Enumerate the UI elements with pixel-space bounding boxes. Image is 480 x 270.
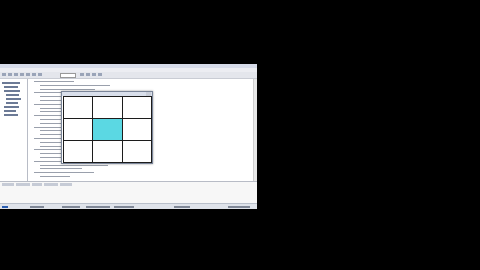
code-line [40, 164, 108, 166]
taskbar-item[interactable] [114, 206, 134, 208]
toolbar-button[interactable] [98, 73, 102, 76]
tree-item[interactable] [6, 102, 18, 104]
system-tray[interactable] [228, 206, 250, 208]
board-cell[interactable] [121, 96, 152, 119]
toolbar-button[interactable] [20, 73, 24, 76]
toolbar-button[interactable] [86, 73, 90, 76]
tree-item[interactable] [4, 114, 18, 116]
toolbar-button[interactable] [80, 73, 84, 76]
solution-explorer [0, 79, 28, 181]
game-window [61, 91, 153, 164]
code-line [34, 172, 94, 174]
tree-item[interactable] [4, 90, 20, 92]
board-cell[interactable] [63, 140, 94, 163]
toolbar [0, 72, 257, 79]
code-line [40, 168, 82, 170]
tree-item[interactable] [4, 110, 16, 112]
board-cell[interactable] [92, 118, 123, 141]
toolbar-button[interactable] [14, 73, 18, 76]
toolbar-button[interactable] [2, 73, 6, 76]
taskbar-item[interactable] [86, 206, 110, 208]
taskbar-item[interactable] [30, 206, 44, 208]
panel-tab[interactable] [32, 183, 42, 186]
tree-item[interactable] [4, 106, 19, 108]
toolbar-button[interactable] [8, 73, 12, 76]
panel-tab[interactable] [16, 183, 30, 186]
tree-item[interactable] [6, 98, 21, 100]
start-button[interactable] [2, 206, 8, 208]
toolbar-button[interactable] [32, 73, 36, 76]
tree-item[interactable] [6, 94, 19, 96]
board-cell[interactable] [121, 118, 152, 141]
taskbar-item[interactable] [62, 206, 80, 208]
panel-tab[interactable] [2, 183, 14, 186]
toolbar-button[interactable] [92, 73, 96, 76]
toolbar-button[interactable] [38, 73, 42, 76]
toolbar-button[interactable] [26, 73, 30, 76]
toolbar-dropdown[interactable] [60, 73, 76, 78]
code-line [40, 84, 110, 86]
taskbar-item[interactable] [174, 206, 190, 208]
board-cell[interactable] [92, 96, 123, 119]
tic-tac-toe-board [63, 96, 152, 163]
code-line [34, 81, 74, 82]
output-panel [0, 181, 257, 204]
board-cell[interactable] [63, 118, 94, 141]
board-cell[interactable] [121, 140, 152, 163]
board-cell[interactable] [63, 96, 94, 119]
taskbar [0, 203, 257, 209]
panel-tab[interactable] [44, 183, 58, 186]
board-cell[interactable] [92, 140, 123, 163]
code-line [40, 176, 70, 177]
panel-tab[interactable] [60, 183, 72, 186]
tree-item[interactable] [4, 86, 18, 88]
code-line [40, 88, 95, 90]
tree-item[interactable] [2, 82, 20, 84]
editor-scrollbar[interactable] [253, 79, 257, 181]
